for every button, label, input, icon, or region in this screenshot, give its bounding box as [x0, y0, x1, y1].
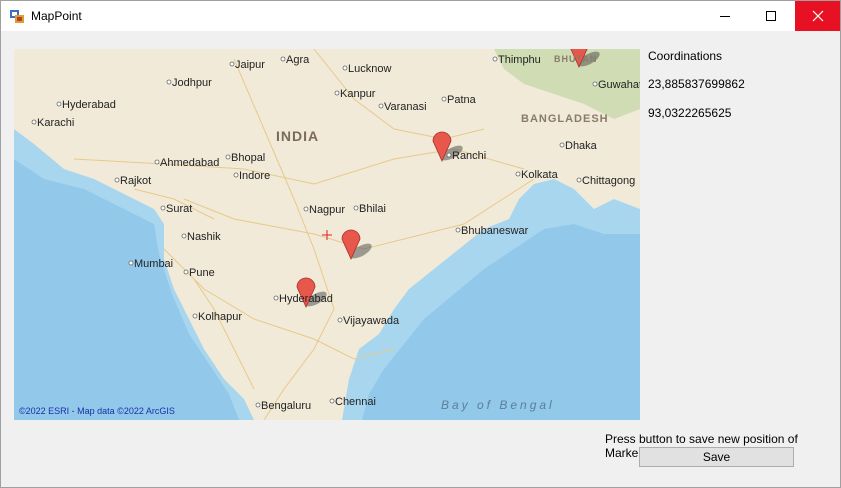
city-dot [273, 295, 279, 301]
map-credit: ©2022 ESRI - Map data ©2022 ArcGIS [19, 406, 175, 416]
city-dot [56, 101, 62, 107]
city-dot [342, 65, 348, 71]
city-label: Kanpur [340, 88, 376, 100]
city-label: Guwahati [598, 79, 640, 91]
window-title: MapPoint [31, 9, 82, 23]
city-dot [559, 142, 565, 148]
map-canvas[interactable]: Jaipur Agra Lucknow Thimphu Jodhpur Kanpur Guw… [14, 49, 640, 420]
city-label: Bhopal [231, 152, 265, 164]
city-label: Dhaka [565, 140, 598, 152]
city-dot [31, 119, 37, 125]
city-dot [225, 154, 231, 160]
close-icon [812, 10, 823, 22]
city-label: Jodhpur [172, 77, 212, 89]
city-label: Rajkot [120, 175, 151, 187]
city-label: Lucknow [348, 63, 391, 75]
city-dot [303, 206, 309, 212]
main-window: MapPoint Jaipur Agra Lucknow Thimphu Jod… [0, 0, 841, 488]
save-button[interactable]: Save [639, 447, 794, 467]
maximize-button[interactable] [748, 1, 794, 31]
city-dot [114, 177, 120, 183]
city-label: Pune [189, 267, 215, 279]
city-label: Kolhapur [198, 311, 242, 323]
city-dot [192, 313, 198, 319]
minimize-button[interactable] [702, 1, 748, 31]
city-label: Agra [286, 54, 310, 66]
city-dot [128, 260, 134, 266]
city-dot [455, 227, 461, 233]
city-dot [592, 81, 598, 87]
city-label: Hyderabad [62, 99, 116, 111]
city-dot [154, 159, 160, 165]
city-label: Ahmedabad [160, 157, 219, 169]
city-label: Nagpur [309, 204, 345, 216]
maximize-icon [766, 11, 776, 21]
city-label: Mumbai [134, 258, 173, 270]
city-label: Jaipur [235, 59, 265, 71]
city-dot [334, 90, 340, 96]
country-label: BHUTAN [554, 54, 597, 64]
app-map-icon [10, 10, 24, 23]
city-label: Chittagong [582, 175, 635, 187]
city-dot [337, 317, 343, 323]
city-label: Bengaluru [261, 400, 311, 412]
map-view[interactable]: Jaipur Agra Lucknow Thimphu Jodhpur Kanpur Guw… [14, 49, 640, 420]
city-label: Karachi [37, 117, 74, 129]
city-dot [160, 205, 166, 211]
city-dot [446, 152, 452, 158]
city-dot [378, 103, 384, 109]
city-dot [353, 205, 359, 211]
coordinations-label: Coordinations [648, 49, 723, 63]
city-dot [229, 61, 235, 67]
city-label: Chennai [335, 396, 376, 408]
city-dot [515, 171, 521, 177]
city-label: Bhubaneswar [461, 225, 529, 237]
city-dot [329, 398, 335, 404]
city-dot [492, 56, 498, 62]
city-dot [255, 402, 261, 408]
water-label: Bay of Bengal [441, 398, 555, 412]
city-dot [233, 172, 239, 178]
minimize-icon [720, 16, 730, 17]
close-button[interactable] [795, 1, 840, 31]
city-label: Bhilai [359, 203, 386, 215]
city-dot [441, 96, 447, 102]
city-label: Hyderabad [279, 293, 333, 305]
city-dot [181, 233, 187, 239]
latitude-value: 23,885837699862 [648, 77, 745, 91]
city-label: Surat [166, 203, 192, 215]
city-label: Indore [239, 170, 270, 182]
city-label: Ranchi [452, 150, 486, 162]
map-marker[interactable] [341, 229, 374, 261]
city-dot [166, 79, 172, 85]
city-label: Thimphu [498, 54, 541, 66]
city-label: Varanasi [384, 101, 427, 113]
city-label: Vijayawada [343, 315, 400, 327]
city-label: Patna [447, 94, 477, 106]
city-label: Kolkata [521, 169, 559, 181]
city-dot [280, 56, 286, 62]
city-dot [576, 177, 582, 183]
city-dot [183, 269, 189, 275]
country-label: INDIA [276, 128, 319, 144]
city-label: Nashik [187, 231, 221, 243]
title-bar[interactable]: MapPoint [1, 1, 840, 31]
longitude-value: 93,0322265625 [648, 106, 732, 120]
country-label: BANGLADESH [521, 113, 609, 125]
